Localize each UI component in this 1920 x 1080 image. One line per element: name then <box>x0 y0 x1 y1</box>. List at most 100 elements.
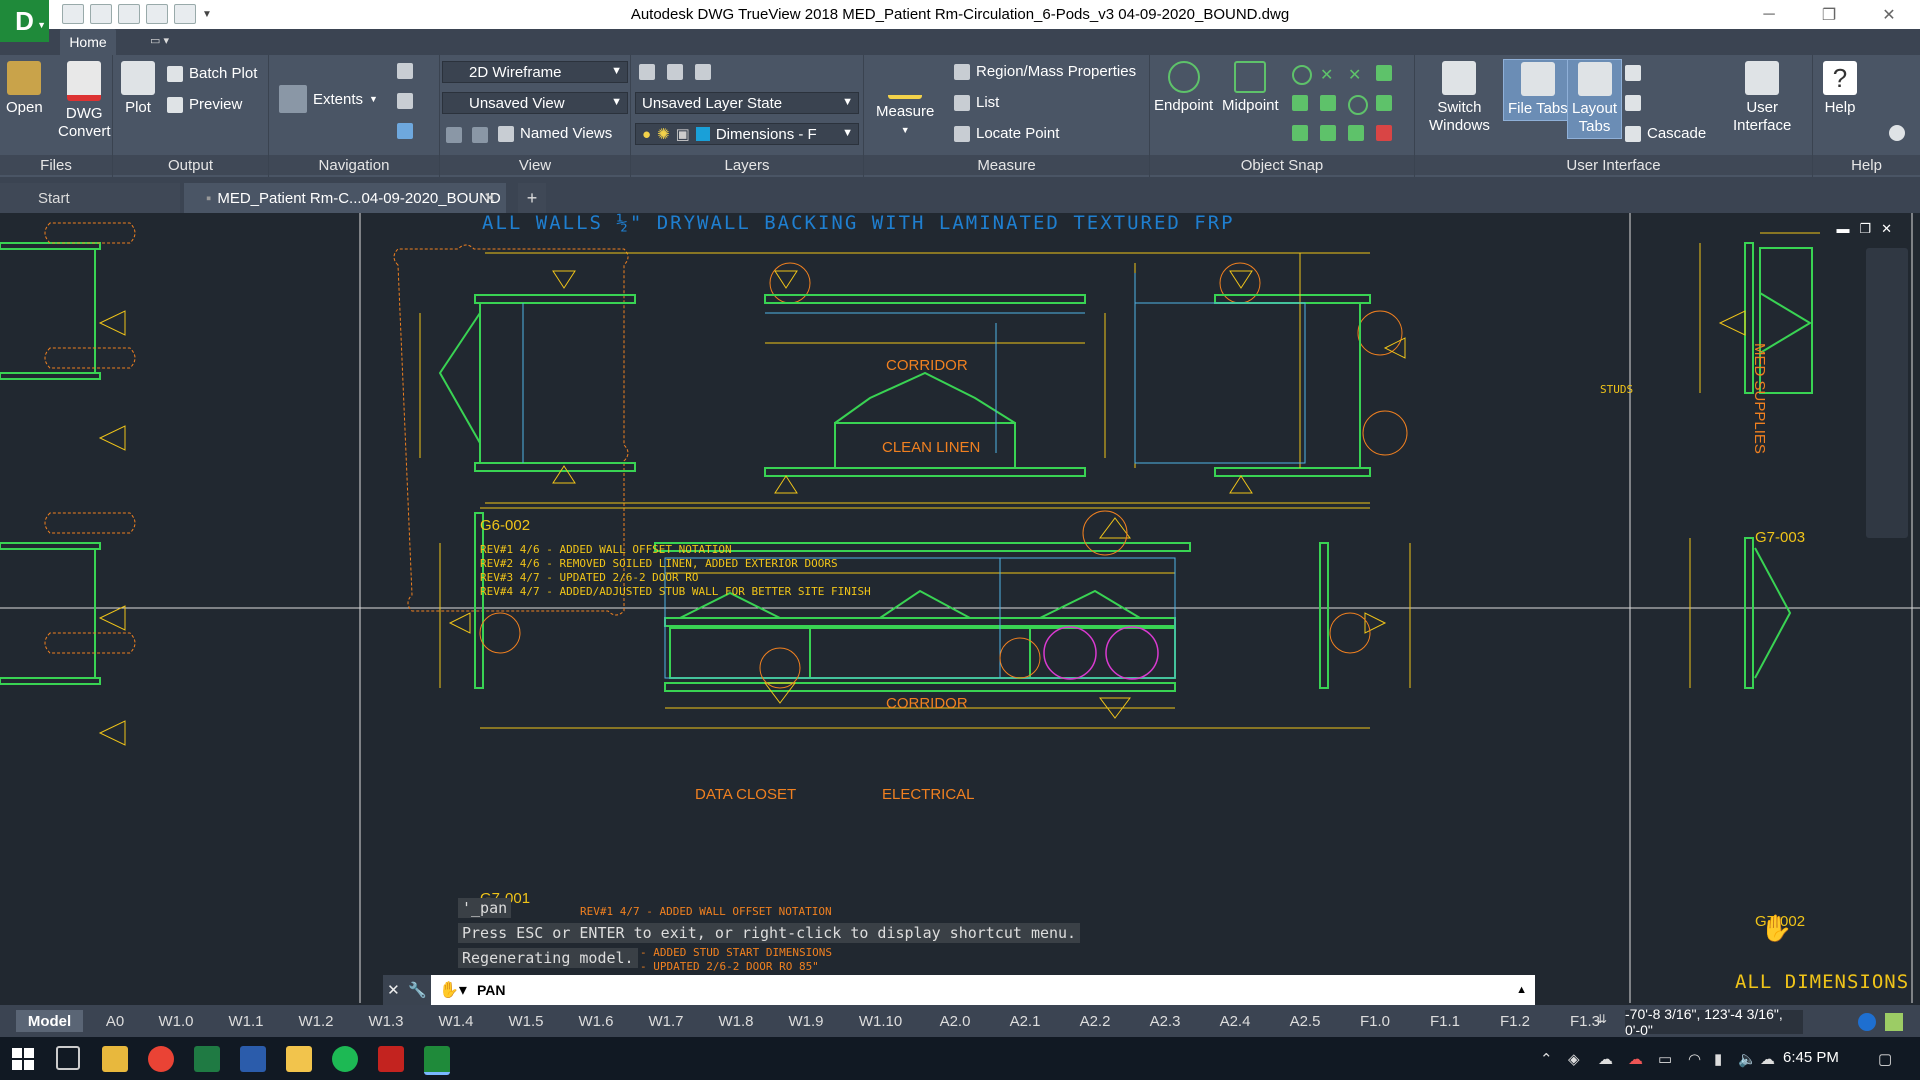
midpoint-snap-button[interactable]: Midpoint <box>1222 61 1279 115</box>
dwg-convert-button[interactable]: DWG Convert <box>58 61 111 141</box>
center-snap-icon[interactable] <box>1292 65 1312 85</box>
intersection-snap-icon[interactable]: ✕ <box>1320 65 1336 84</box>
view-cube-icon[interactable] <box>472 127 488 143</box>
layout-tab[interactable]: A2.1 <box>996 1010 1054 1032</box>
close-icon[interactable]: ✕ <box>483 189 496 207</box>
help-button[interactable]: ? Help <box>1823 61 1857 117</box>
chrome-icon[interactable] <box>148 1046 174 1072</box>
tab-home[interactable]: Home <box>60 29 116 55</box>
layer-previous-icon[interactable] <box>695 64 711 80</box>
layer-state-dropdown[interactable]: Unsaved Layer State ▼ <box>635 92 859 114</box>
layout-tab[interactable]: A2.5 <box>1276 1010 1334 1032</box>
drawing-canvas[interactable]: ALL WALLS ½" DRYWALL BACKING WITH LAMINA… <box>0 213 1920 1003</box>
dwg-trueview-taskbar-icon[interactable] <box>424 1046 450 1075</box>
minimize-icon[interactable]: ─ <box>1746 0 1792 29</box>
ribbon-options-icon[interactable]: ▭ ▾ <box>150 34 169 47</box>
notifications-icon[interactable]: ▢ <box>1878 1050 1892 1068</box>
region-mass-properties-button[interactable]: Region/Mass Properties <box>954 63 1136 80</box>
named-views-button[interactable]: Named Views <box>498 125 612 142</box>
layout-tab[interactable]: A2.2 <box>1066 1010 1124 1032</box>
layout-menu-icon[interactable]: ⇊ <box>1597 1012 1607 1026</box>
close-window-icon[interactable]: ✕ <box>1866 0 1912 29</box>
layer-dropdown[interactable]: ● ✺ ▣ Dimensions - F ▼ <box>635 123 859 145</box>
extension-snap-icon[interactable] <box>1292 125 1308 141</box>
node-snap-icon[interactable] <box>1376 65 1392 81</box>
quadrant-snap-icon[interactable] <box>1348 125 1364 141</box>
info-icon[interactable] <box>1889 125 1905 141</box>
switch-windows-button[interactable]: Switch Windows <box>1429 61 1490 135</box>
tab-active-drawing[interactable]: ▪ MED_Patient Rm-C...04-09-2020_BOUND ✕ <box>184 183 506 213</box>
dropbox-icon[interactable]: ◈ <box>1568 1050 1580 1068</box>
layer-match-icon[interactable] <box>667 64 683 80</box>
command-input[interactable]: PAN <box>477 982 506 998</box>
tray-chevron-icon[interactable]: ⌃ <box>1540 1050 1553 1068</box>
word-icon[interactable] <box>240 1046 266 1072</box>
measure-button[interactable]: Measure ▼ <box>876 61 934 139</box>
windows-start-icon[interactable] <box>10 1046 36 1072</box>
tangent-snap-icon[interactable] <box>1348 95 1368 115</box>
named-view-dropdown[interactable]: Unsaved View ▼ <box>442 92 628 114</box>
acrobat-icon[interactable] <box>378 1046 404 1072</box>
layout-tab[interactable]: W1.1 <box>217 1010 275 1032</box>
keyboard-icon[interactable]: ▭ <box>1658 1050 1672 1068</box>
apparent-intersection-icon[interactable]: ✕ <box>1348 65 1364 84</box>
layout-tab[interactable]: A2.0 <box>926 1010 984 1032</box>
layout-tab[interactable]: A0 <box>95 1010 135 1032</box>
viewport-icon[interactable] <box>446 127 462 143</box>
tile-horizontal-icon[interactable] <box>1625 65 1641 81</box>
orbit-icon[interactable] <box>397 93 413 109</box>
excel-icon[interactable] <box>194 1046 220 1072</box>
status-icon[interactable] <box>1858 1013 1876 1031</box>
spotify-icon[interactable] <box>332 1046 358 1072</box>
new-tab-button[interactable]: + <box>518 183 546 213</box>
layout-tab[interactable]: W1.2 <box>287 1010 345 1032</box>
preview-button[interactable]: Preview <box>167 96 242 113</box>
layout-tab[interactable]: W1.6 <box>567 1010 625 1032</box>
layout-tab[interactable]: W1.10 <box>847 1010 914 1032</box>
layout-tab[interactable]: A2.3 <box>1136 1010 1194 1032</box>
volume-icon[interactable]: 🔈 <box>1738 1050 1757 1068</box>
layout-tab-model[interactable]: Model <box>16 1010 83 1032</box>
restore-icon[interactable]: ❐ <box>1806 0 1852 29</box>
tile-vertical-icon[interactable] <box>1625 95 1641 111</box>
layout-tab[interactable]: A2.4 <box>1206 1010 1264 1032</box>
onedrive-icon[interactable]: ☁ <box>1598 1050 1613 1068</box>
application-menu-button[interactable]: D ▼ <box>0 0 49 42</box>
visual-style-dropdown[interactable]: 2D Wireframe ▼ <box>442 61 628 83</box>
layout-tab[interactable]: F1.2 <box>1486 1010 1544 1032</box>
battery-icon[interactable]: ▮ <box>1714 1050 1722 1068</box>
layout-tabs-button[interactable]: Layout Tabs <box>1567 59 1623 139</box>
steering-wheel-icon[interactable] <box>397 123 413 139</box>
folder-icon[interactable] <box>286 1046 312 1072</box>
batch-plot-button[interactable]: Batch Plot <box>167 65 257 82</box>
list-button[interactable]: List <box>954 94 999 111</box>
task-view-icon[interactable] <box>56 1046 80 1070</box>
cloud-error-icon[interactable]: ☁ <box>1628 1050 1643 1068</box>
layout-tab[interactable]: F1.0 <box>1346 1010 1404 1032</box>
open-button[interactable]: Open <box>6 61 43 117</box>
layout-tab[interactable]: W1.4 <box>427 1010 485 1032</box>
command-line[interactable]: ✕ 🔧 ✋▾ PAN ▲ <box>383 975 1535 1005</box>
endpoint-snap-button[interactable]: Endpoint <box>1154 61 1213 115</box>
minimize-viewport-icon[interactable]: ▬ <box>1836 221 1849 237</box>
taskbar-clock[interactable]: 6:45 PM <box>1783 1049 1839 1066</box>
file-explorer-icon[interactable] <box>102 1046 128 1072</box>
locate-point-button[interactable]: Locate Point <box>954 125 1059 142</box>
user-interface-button[interactable]: User Interface <box>1733 61 1791 135</box>
snap-settings-icon[interactable] <box>1376 125 1392 141</box>
restore-viewport-icon[interactable]: ❐ <box>1859 221 1871 237</box>
perpendicular-snap-icon[interactable] <box>1320 95 1336 111</box>
layer-properties-icon[interactable] <box>639 64 655 80</box>
navigation-bar[interactable] <box>1866 248 1908 538</box>
pan-hand-icon[interactable] <box>397 63 413 79</box>
close-icon[interactable]: ✕ <box>387 981 400 999</box>
nearest-snap-icon[interactable] <box>1376 95 1392 111</box>
file-tabs-button[interactable]: File Tabs <box>1503 59 1573 121</box>
wrench-icon[interactable]: 🔧 <box>408 981 427 999</box>
cloud-sync-icon[interactable]: ☁ <box>1760 1050 1775 1068</box>
cascade-button[interactable]: Cascade <box>1625 125 1706 142</box>
command-history-toggle-icon[interactable]: ▲ <box>1516 984 1527 996</box>
plot-button[interactable]: Plot <box>121 61 155 117</box>
layout-tab[interactable]: W1.9 <box>777 1010 835 1032</box>
close-viewport-icon[interactable]: ✕ <box>1881 221 1892 237</box>
